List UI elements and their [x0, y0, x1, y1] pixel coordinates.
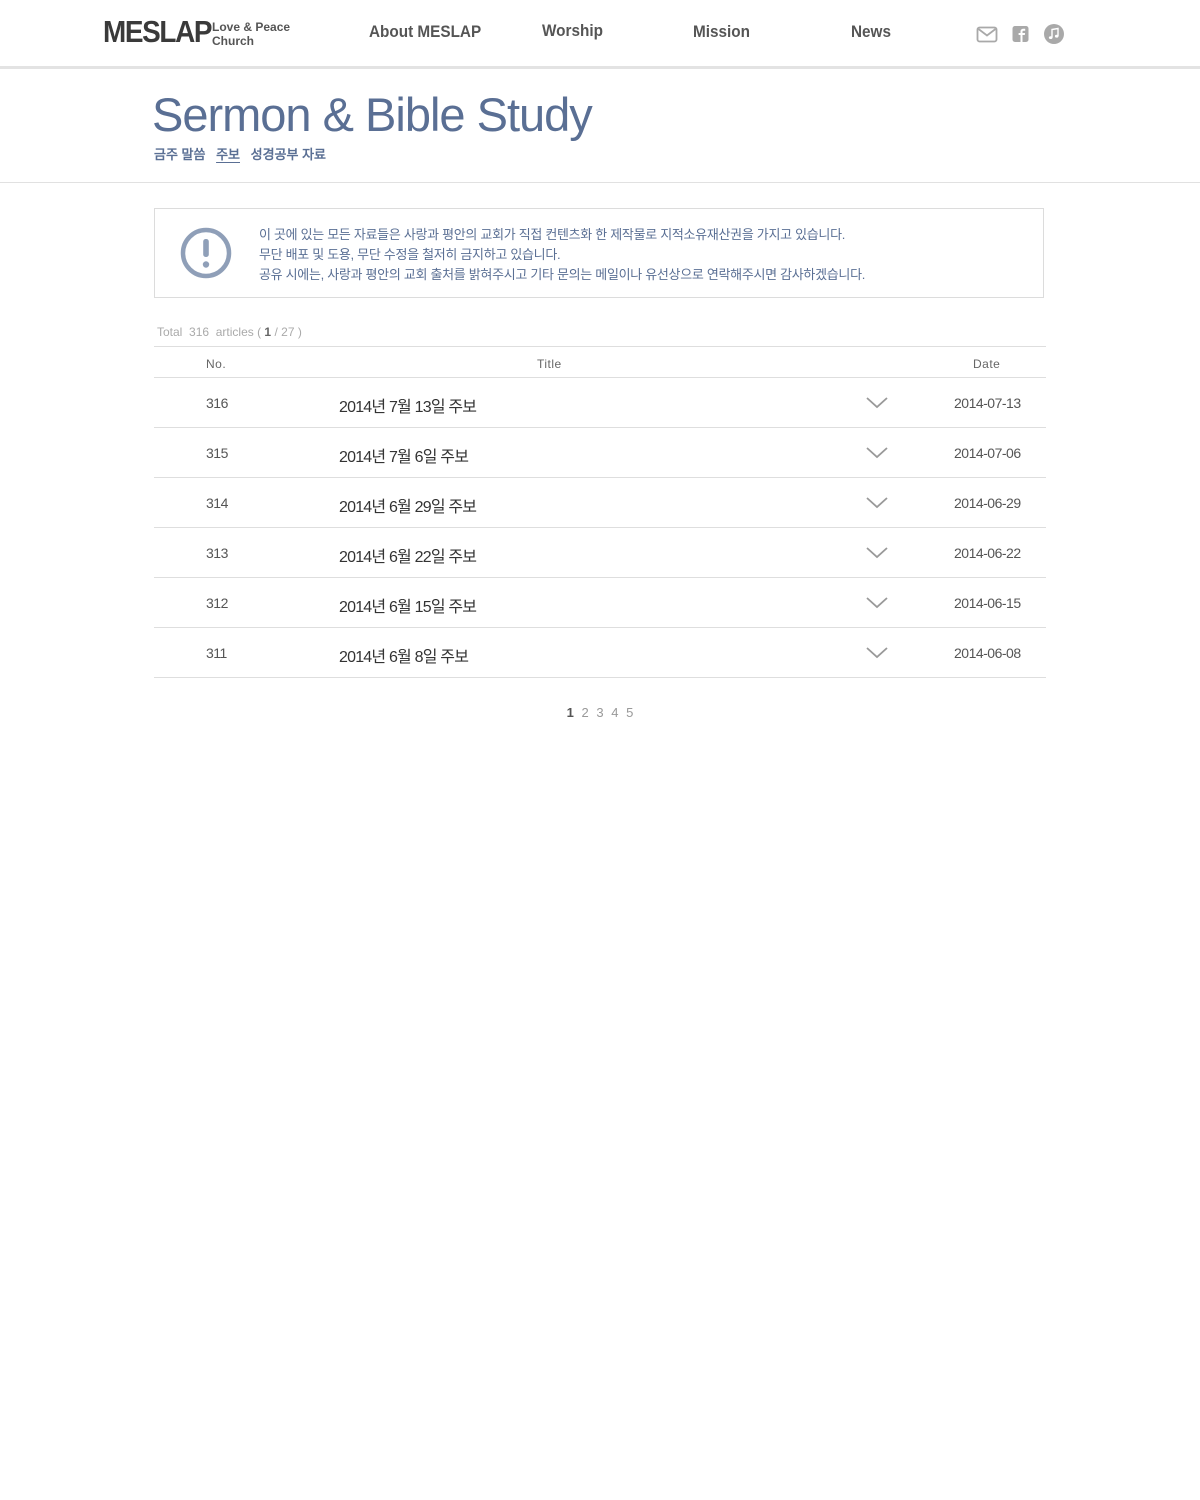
- subnav-bulletin[interactable]: 주보: [216, 147, 240, 162]
- notice-text: 이 곳에 있는 모든 자료들은 사랑과 평안의 교회가 직접 컨텐츠화 한 제작…: [259, 225, 865, 285]
- row-title[interactable]: 2014년 7월 13일 주보: [339, 393, 477, 417]
- nav-about[interactable]: About MESLAP: [369, 22, 481, 42]
- pagination: 1 2 3 4 5: [0, 705, 1200, 720]
- total-count: 316: [189, 325, 210, 339]
- chevron-down-icon[interactable]: [866, 546, 888, 560]
- tagline-line-2: Church: [212, 34, 254, 48]
- row-title[interactable]: 2014년 7월 6일 주보: [339, 443, 469, 467]
- table-row[interactable]: 312 2014년 6월 15일 주보 2014-06-15: [154, 578, 1046, 628]
- copyright-notice: 이 곳에 있는 모든 자료들은 사랑과 평안의 교회가 직접 컨텐츠화 한 제작…: [154, 208, 1044, 298]
- chevron-down-icon[interactable]: [866, 646, 888, 660]
- table-header: No. Title Date: [154, 347, 1046, 378]
- row-date: 2014-07-13: [954, 395, 1021, 411]
- row-title[interactable]: 2014년 6월 22일 주보: [339, 543, 477, 567]
- column-title: Title: [537, 357, 562, 371]
- page-title: Sermon & Bible Study: [152, 88, 593, 141]
- bulletin-table: No. Title Date 316 2014년 7월 13일 주보 2014-…: [154, 346, 1046, 678]
- article-total: Total 316 articles ( 1 / 27 ): [157, 325, 302, 339]
- exclamation-icon: [180, 227, 232, 279]
- chevron-down-icon[interactable]: [866, 396, 888, 410]
- chevron-down-icon[interactable]: [866, 496, 888, 510]
- row-number: 314: [206, 495, 228, 511]
- column-no: No.: [206, 357, 227, 371]
- row-title[interactable]: 2014년 6월 29일 주보: [339, 493, 477, 517]
- close-paren: ): [297, 325, 302, 339]
- music-icon[interactable]: [1043, 23, 1065, 45]
- current-page-number: 1: [264, 325, 272, 339]
- row-number: 316: [206, 395, 228, 411]
- page-separator: /: [274, 325, 278, 339]
- facebook-icon[interactable]: [1010, 23, 1032, 45]
- tagline-line-1: Love & Peace: [212, 20, 291, 34]
- notice-line-3: 공유 시에는, 사랑과 평안의 교회 출처를 밝혀주시고 기타 문의는 메일이나…: [259, 267, 866, 282]
- notice-line-1: 이 곳에 있는 모든 자료들은 사랑과 평안의 교회가 직접 컨텐츠화 한 제작…: [259, 227, 846, 242]
- nav-mission[interactable]: Mission: [693, 22, 750, 42]
- total-label: Total: [157, 325, 183, 339]
- site-header: MESLAP Love & Peace Church About MESLAP …: [0, 0, 1200, 69]
- table-row[interactable]: 314 2014년 6월 29일 주보 2014-06-29: [154, 478, 1046, 528]
- nav-news[interactable]: News: [851, 22, 891, 42]
- site-tagline: Love & Peace Church: [212, 20, 290, 48]
- row-number: 311: [206, 645, 227, 661]
- page-link-2[interactable]: 2: [582, 705, 589, 720]
- row-date: 2014-07-06: [954, 445, 1021, 461]
- table-row[interactable]: 315 2014년 7월 6일 주보 2014-07-06: [154, 428, 1046, 478]
- page-title-area: Sermon & Bible Study 금주 말씀 주보 성경공부 자료: [0, 69, 1200, 183]
- row-number: 312: [206, 595, 228, 611]
- subnav-bible-study[interactable]: 성경공부 자료: [251, 147, 326, 162]
- notice-line-2: 무단 배포 및 도용, 무단 수정을 철저히 금지하고 있습니다.: [259, 247, 561, 262]
- row-title[interactable]: 2014년 6월 15일 주보: [339, 593, 477, 617]
- row-date: 2014-06-08: [954, 645, 1021, 661]
- chevron-down-icon[interactable]: [866, 446, 888, 460]
- table-row[interactable]: 313 2014년 6월 22일 주보 2014-06-22: [154, 528, 1046, 578]
- nav-worship[interactable]: Worship: [542, 21, 603, 41]
- chevron-down-icon[interactable]: [866, 596, 888, 610]
- page-link-3[interactable]: 3: [596, 705, 603, 720]
- page-link-1[interactable]: 1: [567, 705, 574, 720]
- page-link-5[interactable]: 5: [626, 705, 633, 720]
- site-logo[interactable]: MESLAP: [103, 14, 213, 50]
- row-number: 315: [206, 445, 228, 461]
- table-row[interactable]: 311 2014년 6월 8일 주보 2014-06-08: [154, 628, 1046, 678]
- column-date: Date: [973, 357, 1001, 371]
- row-number: 313: [206, 545, 228, 561]
- row-date: 2014-06-29: [954, 495, 1021, 511]
- total-pages: 27: [281, 325, 295, 339]
- table-row[interactable]: 316 2014년 7월 13일 주보 2014-07-13: [154, 378, 1046, 428]
- page-link-4[interactable]: 4: [611, 705, 618, 720]
- subnav-weekly-sermon[interactable]: 금주 말씀: [154, 147, 205, 162]
- row-date: 2014-06-22: [954, 545, 1021, 561]
- row-date: 2014-06-15: [954, 595, 1021, 611]
- articles-label: articles (: [215, 325, 262, 339]
- mail-icon[interactable]: [976, 23, 998, 45]
- row-title[interactable]: 2014년 6월 8일 주보: [339, 643, 469, 667]
- sub-navigation: 금주 말씀 주보 성경공부 자료: [154, 144, 333, 163]
